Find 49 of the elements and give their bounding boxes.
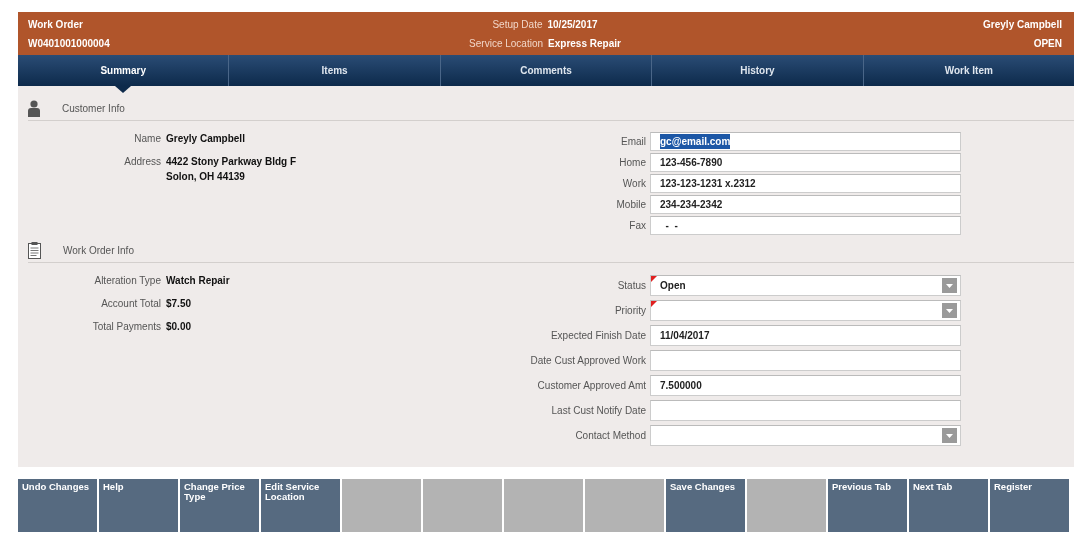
- action-button[interactable]: Undo Changes: [18, 479, 97, 532]
- field-label: Service Location: [469, 37, 544, 51]
- tab[interactable]: Work Item: [863, 55, 1075, 86]
- field-label: Customer Approved Amt: [536, 379, 647, 393]
- input-field[interactable]: gc@email.com: [650, 132, 961, 151]
- work-order-number: W0401001000004: [28, 37, 111, 51]
- address-text: 4422 Stony Parkway Bldg F Solon, OH 44139: [166, 155, 297, 184]
- field-label: Priority: [613, 304, 647, 318]
- action-button[interactable]: Edit Service Location: [261, 479, 340, 532]
- action-button[interactable]: Next Tab: [909, 479, 988, 532]
- input-field[interactable]: 11/04/2017: [650, 325, 961, 346]
- field-label: Account Total: [100, 297, 162, 311]
- action-button[interactable]: Change Price Type: [180, 479, 259, 532]
- field-label: Email: [620, 135, 647, 149]
- field-label: Date Cust Approved Work: [529, 354, 647, 368]
- field-value: Greyly Campbell: [166, 132, 245, 146]
- field-label: Work: [621, 177, 647, 191]
- field-label: Fax: [628, 219, 647, 233]
- page-title: Work Order: [28, 18, 84, 32]
- input-field[interactable]: 123-456-7890: [650, 153, 961, 172]
- field-label: Status: [616, 279, 647, 293]
- field-value: 10/25/2017: [547, 18, 598, 32]
- input-field[interactable]: 7.500000: [650, 375, 961, 396]
- input-field[interactable]: - -: [650, 216, 961, 235]
- action-button[interactable]: Save Changes: [666, 479, 745, 532]
- field-label: Name: [133, 132, 162, 146]
- section-title: Work Order Info: [63, 243, 134, 258]
- field-label: Address: [123, 155, 162, 169]
- field-value: Express Repair: [548, 37, 621, 51]
- field-label: Total Payments: [91, 320, 162, 334]
- input-field[interactable]: 123-123-1231 x.2312: [650, 174, 961, 193]
- dropdown-field[interactable]: Open: [650, 275, 961, 296]
- field-label: Expected Finish Date: [549, 329, 647, 343]
- field-label: Alteration Type: [93, 274, 162, 288]
- action-button[interactable]: Register: [990, 479, 1069, 532]
- field-label: Setup Date: [492, 18, 543, 32]
- status-text: OPEN: [1032, 37, 1062, 51]
- customer-name: Greyly Campbell: [982, 18, 1062, 32]
- field-label: Last Cust Notify Date: [550, 404, 647, 418]
- action-button[interactable]: Previous Tab: [828, 479, 907, 532]
- field-label: Contact Method: [574, 429, 647, 443]
- field-value: $7.50: [166, 297, 192, 311]
- input-field[interactable]: 234-234-2342: [650, 195, 961, 214]
- field-label: Mobile: [615, 198, 647, 212]
- field-label: Home: [618, 156, 647, 170]
- action-button[interactable]: Help: [99, 479, 178, 532]
- field-value: $0.00: [166, 320, 192, 334]
- section-title: Customer Info: [62, 101, 125, 116]
- field-value: Watch Repair: [166, 274, 230, 288]
